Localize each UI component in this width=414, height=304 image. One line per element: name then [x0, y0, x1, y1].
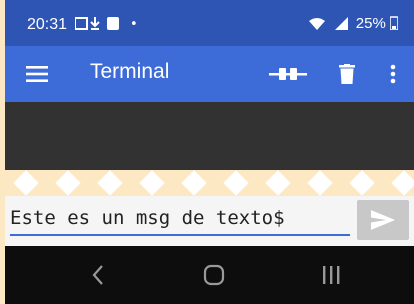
back-button[interactable] [91, 264, 105, 291]
diamond-shape [13, 170, 39, 196]
gallery-icon [74, 17, 88, 30]
decorative-diamond-border [0, 170, 414, 196]
home-icon [203, 264, 225, 286]
status-time: 20:31 [27, 16, 68, 33]
diamond-shape [181, 170, 207, 196]
status-icons: • [74, 17, 155, 32]
back-icon [92, 265, 103, 285]
wifi-icon [309, 18, 326, 30]
message-input[interactable] [10, 202, 350, 236]
diamond-shape [139, 170, 165, 196]
app-notif-icon [107, 17, 119, 30]
recents-button[interactable] [321, 264, 341, 291]
status-dot: • [130, 17, 138, 31]
delete-button[interactable] [333, 46, 361, 102]
download-icon [90, 17, 100, 30]
navigation-bar [5, 246, 414, 304]
signal-icon [334, 17, 348, 30]
more-vert-icon [390, 64, 396, 84]
send-button[interactable] [357, 200, 409, 240]
page-title: Terminal [90, 60, 170, 83]
battery-percent: 25% [355, 15, 386, 32]
more-options-button[interactable] [383, 46, 403, 102]
status-right: 25% [308, 15, 402, 32]
diamond-shape [97, 170, 123, 196]
send-icon [371, 210, 395, 230]
menu-icon [26, 66, 48, 82]
app-bar: Terminal [5, 46, 414, 102]
home-button[interactable] [203, 264, 225, 291]
diamond-shape [349, 170, 375, 196]
recents-icon [323, 266, 340, 284]
diamond-shape [55, 170, 81, 196]
diamond-shape [265, 170, 291, 196]
diamond-shape [223, 170, 249, 196]
phone-screen: 20:31 • 25% Terminal Este es un msg de t… [5, 0, 414, 304]
diamond-shape [391, 170, 414, 196]
connect-button[interactable] [267, 46, 309, 102]
battery-icon [389, 16, 399, 31]
status-bar: 20:31 • 25% [5, 0, 414, 46]
trash-icon [339, 64, 355, 84]
input-row [5, 196, 414, 246]
connect-icon [269, 68, 307, 80]
diamond-shape [307, 170, 333, 196]
menu-button[interactable] [17, 46, 57, 102]
